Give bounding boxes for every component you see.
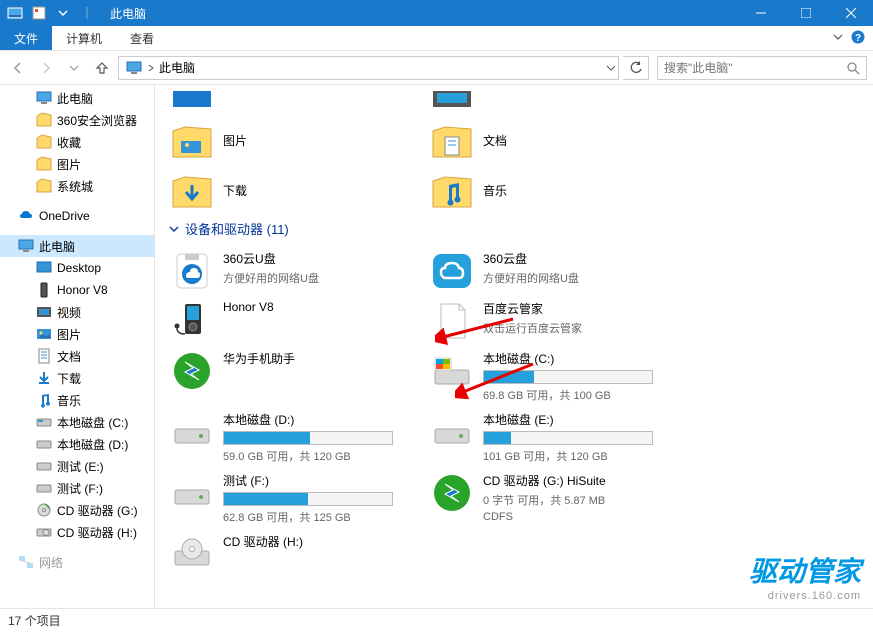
drive-item-cdg[interactable]: CD 驱动器 (G:) HiSuite0 字节 可用，共 5.87 MBCDFS [429, 470, 669, 527]
sidebar-item-diskd[interactable]: 本地磁盘 (D:) [0, 433, 154, 455]
huawei-assistant-icon [171, 350, 213, 392]
sidebar-item-thispc-top[interactable]: 此电脑 [0, 87, 154, 109]
refresh-button[interactable] [623, 56, 649, 80]
drive-item-diskc[interactable]: 本地磁盘 (C:)69.8 GB 可用，共 100 GB [429, 348, 669, 405]
ribbon-expand-icon[interactable] [833, 32, 843, 42]
navigation-bar: 此电脑 [0, 51, 873, 85]
addressbar-dropdown-icon[interactable] [606, 63, 616, 73]
sidebar-item-desktop[interactable]: Desktop [0, 257, 154, 279]
sidebar-item-videos[interactable]: 视频 [0, 301, 154, 323]
system-menu-icon[interactable] [4, 2, 26, 24]
folder-downloads-icon [171, 169, 213, 211]
minimize-button[interactable] [738, 0, 783, 26]
sidebar-item-favorites[interactable]: 收藏 [0, 131, 154, 153]
breadcrumb[interactable]: 此电脑 [155, 59, 199, 76]
pc-icon [125, 59, 143, 77]
drive-item-diske[interactable]: 本地磁盘 (E:)101 GB 可用，共 120 GB [429, 409, 669, 466]
search-icon[interactable] [846, 61, 860, 75]
sidebar-item-testf[interactable]: 测试 (F:) [0, 477, 154, 499]
sidebar-item-systemcity[interactable]: 系统城 [0, 175, 154, 197]
close-button[interactable] [828, 0, 873, 26]
sidebar-item-onedrive[interactable]: OneDrive [0, 205, 154, 227]
help-icon[interactable]: ? [851, 30, 865, 44]
drive-item-testf[interactable]: 测试 (F:)62.8 GB 可用，共 125 GB [169, 470, 409, 527]
sidebar-item-cdg[interactable]: CD 驱动器 (G:) [0, 499, 154, 521]
chevron-down-icon [169, 224, 179, 234]
folder-item-documents[interactable]: 文档 [429, 117, 669, 163]
folder-pictures-icon [171, 119, 213, 161]
folder-item-pictures[interactable]: 图片 [169, 117, 409, 163]
folder-music-icon [431, 169, 473, 211]
drive-item-diskd[interactable]: 本地磁盘 (D:)59.0 GB 可用，共 120 GB [169, 409, 409, 466]
mp3player-icon [171, 300, 213, 342]
window-controls [738, 0, 873, 26]
drive-item-360cloud[interactable]: 360云盘方便好用的网络U盘 [429, 248, 669, 294]
sidebar-item-pictures2[interactable]: 图片 [0, 323, 154, 345]
sidebar-item-downloads[interactable]: 下载 [0, 367, 154, 389]
recent-dropdown[interactable] [62, 56, 86, 80]
up-button[interactable] [90, 56, 114, 80]
drive-item-huawei[interactable]: 华为手机助手 [169, 348, 409, 405]
search-box[interactable] [657, 56, 867, 80]
drive-item-360udisk[interactable]: 360云U盘方便好用的网络U盘 [169, 248, 409, 294]
address-bar[interactable]: 此电脑 [118, 56, 619, 80]
status-bar: 17 个项目 [0, 608, 873, 632]
sidebar-item-documents[interactable]: 文档 [0, 345, 154, 367]
drive-item-cdh[interactable]: CD 驱动器 (H:) [169, 531, 409, 577]
maximize-button[interactable] [783, 0, 828, 26]
qat-separator [76, 2, 98, 24]
cd-hisuite-icon [431, 472, 473, 514]
folder-documents-icon [431, 119, 473, 161]
ribbon-tabs: 文件 计算机 查看 ? [0, 26, 873, 51]
sidebar-item-diskc[interactable]: 本地磁盘 (C:) [0, 411, 154, 433]
forward-button[interactable] [34, 56, 58, 80]
svg-text:?: ? [855, 33, 861, 44]
folder-item-downloads[interactable]: 下载 [169, 167, 409, 213]
tab-view[interactable]: 查看 [116, 26, 168, 50]
disk-icon [171, 411, 213, 453]
disk-icon [171, 472, 213, 514]
titlebar: 此电脑 [0, 0, 873, 26]
sidebar-item-cdh[interactable]: CD 驱动器 (H:) [0, 521, 154, 543]
navigation-pane[interactable]: 此电脑 360安全浏览器 收藏 图片 系统城 OneDrive 此电脑 Desk… [0, 85, 155, 608]
back-button[interactable] [6, 56, 30, 80]
tab-file[interactable]: 文件 [0, 26, 52, 50]
disk-icon [431, 411, 473, 453]
disk-c-icon [431, 350, 473, 392]
cloud-icon [431, 250, 473, 292]
content-pane[interactable]: 图片 文档 下载 音乐 设备和驱动器 (11) 360云U盘方 [155, 85, 873, 608]
qat-dropdown-icon[interactable] [52, 2, 74, 24]
cd-drive-icon [171, 533, 213, 575]
folder-item-partial2[interactable] [429, 91, 669, 113]
drive-item-honorv8[interactable]: Honor V8 [169, 298, 409, 344]
tab-computer[interactable]: 计算机 [52, 26, 116, 50]
sidebar-item-honorv8[interactable]: Honor V8 [0, 279, 154, 301]
addressbar-chevron-icon[interactable] [147, 62, 155, 74]
folder-item-music[interactable]: 音乐 [429, 167, 669, 213]
sidebar-item-360browser[interactable]: 360安全浏览器 [0, 109, 154, 131]
folder-item-partial1[interactable] [169, 91, 409, 113]
udisk-icon [171, 250, 213, 292]
sidebar-item-network[interactable]: 网络 [0, 551, 154, 573]
sidebar-item-thispc[interactable]: 此电脑 [0, 235, 154, 257]
qat-properties-icon[interactable] [28, 2, 50, 24]
quick-access-toolbar [0, 2, 102, 24]
section-devices-header[interactable]: 设备和驱动器 (11) [169, 219, 859, 238]
document-icon [431, 300, 473, 342]
sidebar-item-music[interactable]: 音乐 [0, 389, 154, 411]
sidebar-item-pictures[interactable]: 图片 [0, 153, 154, 175]
ribbon-help: ? [833, 30, 865, 44]
drive-item-baiduyun[interactable]: 百度云管家双击运行百度云管家 [429, 298, 669, 344]
window-title: 此电脑 [102, 5, 738, 22]
search-input[interactable] [664, 61, 846, 75]
status-item-count: 17 个项目 [8, 612, 61, 629]
sidebar-item-teste[interactable]: 测试 (E:) [0, 455, 154, 477]
